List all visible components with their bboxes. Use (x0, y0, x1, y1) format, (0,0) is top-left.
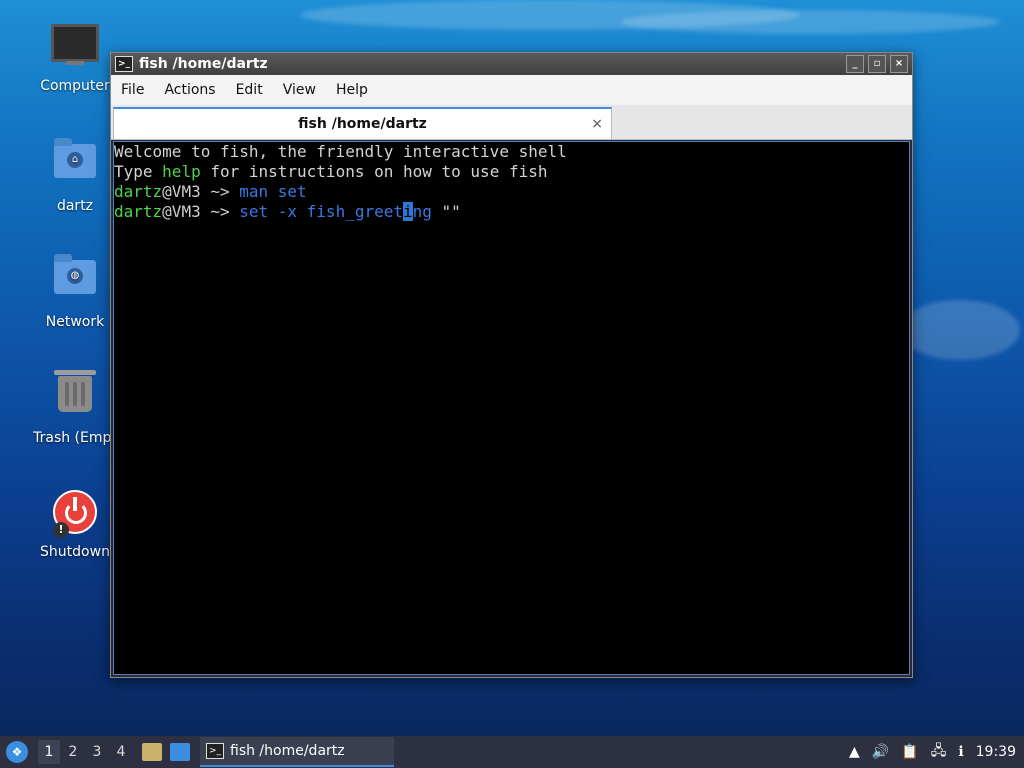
desktop-icon-network[interactable]: ◍ Network (27, 252, 123, 330)
desktop-icon-computer[interactable]: Computer (27, 18, 123, 94)
window-title: fish /home/dartz (139, 56, 268, 72)
menu-file[interactable]: File (111, 82, 154, 98)
command-arg: set (268, 182, 307, 201)
power-icon: ! (51, 490, 99, 538)
command-text: set -x fish_greet (239, 202, 403, 221)
terminal-line: dartz@VM3 ~> man set (114, 182, 909, 202)
command-string: "" (441, 202, 461, 221)
terminal-icon: >_ (115, 56, 133, 72)
trash-icon (51, 370, 99, 424)
command-text: ng (412, 202, 442, 221)
prompt-host: @VM3 (162, 182, 201, 201)
workspace-4[interactable]: 4 (110, 740, 132, 764)
minimize-button[interactable]: _ (846, 55, 864, 73)
window-titlebar[interactable]: >_ fish /home/dartz _ ▫ × (111, 53, 912, 75)
taskbar-task-fish[interactable]: >_ fish /home/dartz (200, 737, 394, 767)
workspace-1[interactable]: 1 (38, 740, 60, 764)
clipboard-icon[interactable]: 📋 (901, 744, 918, 760)
menu-view[interactable]: View (273, 82, 326, 98)
tray-up-arrow-icon[interactable]: ▲ (849, 744, 860, 760)
file-manager-icon[interactable] (142, 743, 162, 761)
tab-close-icon[interactable]: × (591, 109, 603, 139)
desktop-icon-trash[interactable]: Trash (Empt (27, 368, 123, 446)
tab-bar: fish /home/dartz × (111, 105, 912, 140)
volume-icon[interactable]: 🔊 (872, 744, 889, 760)
workspace-2[interactable]: 2 (62, 740, 84, 764)
text-cursor: i (403, 202, 413, 221)
prompt-user: dartz (114, 182, 163, 201)
tab-label: fish /home/dartz (298, 116, 427, 132)
prompt-host: @VM3 (162, 202, 201, 221)
tab-fish[interactable]: fish /home/dartz × (113, 107, 612, 139)
desktop-icon-label: dartz (56, 198, 94, 214)
computer-icon (51, 24, 99, 72)
terminal-line: dartz@VM3 ~> set -x fish_greeting "" (114, 202, 909, 222)
help-keyword: help (162, 162, 201, 181)
menu-edit[interactable]: Edit (226, 82, 273, 98)
warning-icon: ! (53, 522, 69, 538)
close-button[interactable]: × (890, 55, 908, 73)
workspace-3[interactable]: 3 (86, 740, 108, 764)
desktop-icon-label: Network (45, 314, 105, 330)
wave-highlight (620, 10, 1000, 34)
network-folder-icon: ◍ (51, 254, 99, 308)
update-notifier-icon[interactable]: ℹ (958, 744, 963, 760)
network-icon[interactable]: 🖧 (931, 740, 947, 764)
terminal-line: Type help for instructions on how to use… (114, 162, 909, 182)
terminal-icon: >_ (206, 743, 224, 759)
desktop-icon-label: Shutdown (40, 544, 110, 560)
desktop-icon-label: Trash (Empt (33, 430, 117, 446)
terminal-output[interactable]: Welcome to fish, the friendly interactiv… (113, 141, 910, 675)
help-text-suffix: for instructions on how to use fish (200, 162, 548, 181)
welcome-text: Welcome to fish, the friendly interactiv… (114, 142, 567, 161)
task-label: fish /home/dartz (230, 743, 345, 759)
menu-actions[interactable]: Actions (154, 82, 225, 98)
prompt-path: ~> (200, 182, 240, 201)
desktop-icon-shutdown[interactable]: ! Shutdown (27, 486, 123, 560)
menubar: File Actions Edit View Help (111, 75, 912, 105)
prompt-path: ~> (200, 202, 240, 221)
system-tray: ▲ 🔊 📋 🖧 ℹ 19:39 (837, 740, 1024, 764)
clock[interactable]: 19:39 (976, 744, 1016, 760)
terminal-line: Welcome to fish, the friendly interactiv… (114, 142, 909, 162)
wave-highlight (900, 300, 1020, 360)
show-desktop-icon[interactable] (170, 743, 190, 761)
menu-help[interactable]: Help (326, 82, 378, 98)
prompt-user: dartz (114, 202, 163, 221)
taskbar: ❖ 1 2 3 4 >_ fish /home/dartz ▲ 🔊 📋 🖧 ℹ … (0, 736, 1024, 768)
maximize-button[interactable]: ▫ (868, 55, 886, 73)
home-folder-icon: ⌂ (51, 138, 99, 192)
command-text: man (239, 182, 269, 201)
help-text-prefix: Type (114, 162, 163, 181)
start-menu-icon[interactable]: ❖ (6, 741, 28, 763)
terminal-window[interactable]: >_ fish /home/dartz _ ▫ × File Actions E… (110, 52, 913, 678)
desktop-icon-dartz[interactable]: ⌂ dartz (27, 136, 123, 214)
desktop-icon-label: Computer (40, 78, 110, 94)
